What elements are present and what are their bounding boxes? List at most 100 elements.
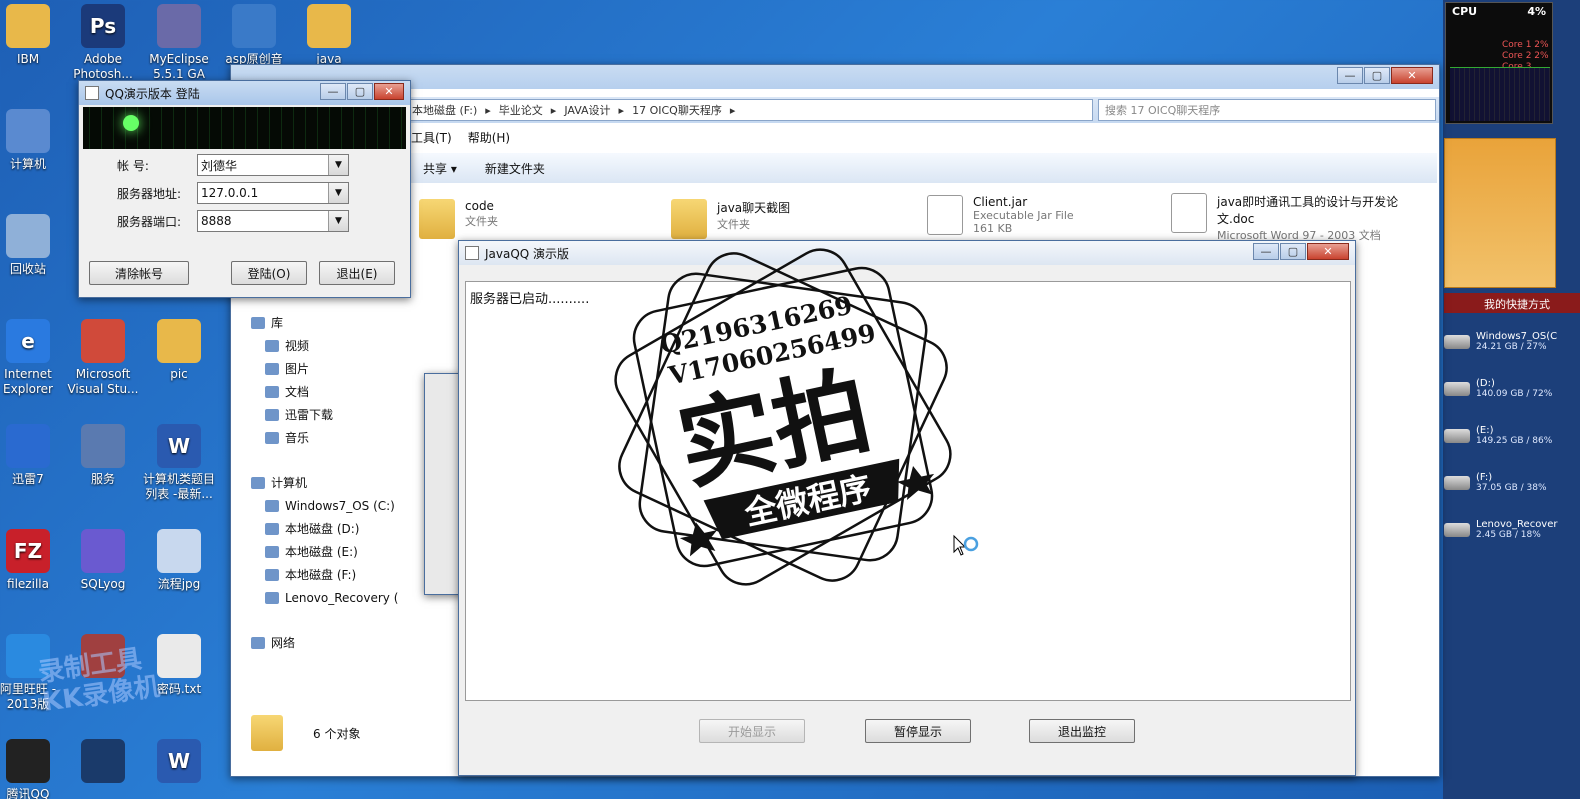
minimize-button[interactable]: — [320,83,346,100]
nav-item[interactable]: Windows7_OS (C:) [251,494,421,517]
desktop-icon[interactable]: java [291,4,367,67]
qq-banner-image [83,107,406,149]
desktop-icon[interactable]: W 计算机类题目列表 -最新... [141,424,217,502]
desktop-icon[interactable]: 腾讯QQ [0,739,66,799]
explorer-titlebar[interactable]: — ▢ ✕ [231,65,1439,89]
desktop-icon[interactable] [65,739,141,787]
exit-button[interactable]: 退出(E) [319,261,395,285]
photoshop-icon: Ps [81,4,125,48]
nav-network[interactable]: 网络 [251,631,421,654]
close-button[interactable]: ✕ [374,83,404,100]
breadcrumb-item[interactable]: 17 OICQ聊天程序 [632,102,722,118]
menu-help[interactable]: 帮助(H) [468,129,510,146]
drive-item[interactable]: (D:) 140.09 GB / 72% [1444,365,1580,412]
nav-item[interactable]: 迅雷下载 [251,403,421,426]
desktop-icon[interactable]: Microsoft Visual Stu... [65,319,141,397]
maximize-button[interactable]: ▢ [1280,243,1306,260]
exit-monitor-button[interactable]: 退出监控 [1029,719,1135,743]
account-combobox[interactable]: 刘德华 ▼ [197,154,349,176]
drive-item[interactable]: Lenovo_Recover 2.45 GB / 18% [1444,506,1580,553]
maximize-button[interactable]: ▢ [1364,67,1390,84]
login-button[interactable]: 登陆(O) [231,261,307,285]
port-row: 服务器端口: 8888 ▼ [79,207,410,235]
word-doc-icon: W [157,739,201,783]
recycle-bin-icon [6,214,50,258]
desktop-icon[interactable]: W [141,739,217,787]
desktop-icon[interactable]: 回收站 [0,214,66,277]
qq-login-titlebar[interactable]: QQ演示版本 登陆 — ▢ ✕ [79,81,410,105]
breadcrumb-item[interactable]: JAVA设计 [564,102,610,118]
menu-tools[interactable]: 工具(T) [411,129,452,146]
nav-item[interactable]: 音乐 [251,426,421,449]
minimize-button[interactable]: — [1253,243,1279,260]
nav-item[interactable]: 本地磁盘 (D:) [251,517,421,540]
text-file-icon [157,634,201,678]
nav-item[interactable]: 图片 [251,357,421,380]
network-icon [251,636,265,649]
close-button[interactable]: ✕ [1307,243,1349,260]
search-input[interactable]: 搜索 17 OICQ聊天程序 [1098,99,1436,121]
breadcrumb-item[interactable]: 本地磁盘 (F:) [412,102,477,118]
desktop-icon-label: MyEclipse 5.5.1 GA [149,52,209,81]
desktop-icon-label: 迅雷7 [12,472,44,486]
port-combobox[interactable]: 8888 ▼ [197,210,349,232]
nav-libraries[interactable]: 库 [251,311,421,334]
javaqq-server-window: JavaQQ 演示版 — ▢ ✕ 服务器已启动.......... 开始显示 暂… [458,240,1356,776]
desktop-icon[interactable]: 流程jpg [141,529,217,592]
hard-drive-icon [1444,381,1470,396]
hard-drive-icon [265,499,279,512]
cpu-core-1: Core 1 2% [1502,40,1549,50]
desktop-icon[interactable]: 服务 [65,424,141,487]
desktop-icon[interactable]: FZ filezilla [0,529,66,592]
nav-computer[interactable]: 计算机 [251,471,421,494]
file-item[interactable]: code 文件夹 [419,199,498,239]
nav-item[interactable]: Lenovo_Recovery ( [251,586,421,609]
cpu-graph [1450,67,1550,121]
file-item[interactable]: java聊天截图 文件夹 [671,199,790,239]
app-icon [81,739,125,783]
server-combobox[interactable]: 127.0.0.1 ▼ [197,182,349,204]
close-button[interactable]: ✕ [1391,67,1433,84]
nav-item[interactable]: 视频 [251,334,421,357]
drive-item[interactable]: Windows7_OS(C 24.21 GB / 27% [1444,318,1580,365]
start-display-button[interactable]: 开始显示 [699,719,805,743]
server-log-textarea[interactable]: 服务器已启动.......... [465,281,1351,701]
file-item[interactable]: Client.jar Executable Jar File 161 KB [927,195,1074,235]
pause-display-button[interactable]: 暂停显示 [865,719,971,743]
desktop-icon[interactable]: MyEclipse 5.5.1 GA [141,4,217,82]
clear-account-button[interactable]: 清除帐号 [89,261,189,285]
nav-item[interactable]: 本地磁盘 (F:) [251,563,421,586]
desktop-icon[interactable]: SQLyog [65,529,141,592]
chevron-down-icon[interactable]: ▼ [328,155,348,175]
shortcut-tile-grid[interactable] [1444,138,1556,288]
address-bar[interactable]: 本地磁盘 (F:) ▸ 毕业论文 ▸ JAVA设计 ▸ 17 OICQ聊天程序 ▸ [407,99,1093,121]
drive-item[interactable]: (E:) 149.25 GB / 86% [1444,412,1580,459]
command-bar: 共享 ▾ 新建文件夹 [411,153,1437,183]
desktop-icon-label: IBM [16,52,40,66]
desktop-icon[interactable]: 迅雷7 [0,424,66,487]
minimize-button[interactable]: — [1337,67,1363,84]
nav-item[interactable]: 文档 [251,380,421,403]
desktop-icon-label: Internet Explorer [3,367,53,396]
javaqq-titlebar[interactable]: JavaQQ 演示版 — ▢ ✕ [459,241,1355,265]
status-bar: 6 个对象 [251,715,360,751]
share-button[interactable]: 共享 ▾ [423,160,457,177]
nav-item[interactable]: 本地磁盘 (E:) [251,540,421,563]
breadcrumb-item[interactable]: 毕业论文 [499,102,543,118]
new-folder-button[interactable]: 新建文件夹 [485,160,545,177]
desktop-icon[interactable]: 计算机 [0,109,66,172]
desktop-icon-label: filezilla [7,577,49,591]
file-item[interactable]: java即时通讯工具的设计与开发论文.doc Microsoft Word 97 … [1171,193,1411,243]
chevron-down-icon[interactable]: ▼ [328,211,348,231]
desktop-icon[interactable]: Ps Adobe Photosh... [65,4,141,82]
desktop-icon[interactable]: e Internet Explorer [0,319,66,397]
folder-icon [6,4,50,48]
desktop-icon[interactable]: pic [141,319,217,382]
hard-drive-icon [1444,475,1470,490]
menu-bar: 工具(T) 帮助(H) [411,129,510,146]
chevron-down-icon[interactable]: ▼ [328,183,348,203]
drive-item[interactable]: (F:) 37.05 GB / 38% [1444,459,1580,506]
maximize-button[interactable]: ▢ [347,83,373,100]
quick-launch-title[interactable]: 我的快捷方式 [1444,293,1580,313]
desktop-icon[interactable]: IBM [0,4,66,67]
